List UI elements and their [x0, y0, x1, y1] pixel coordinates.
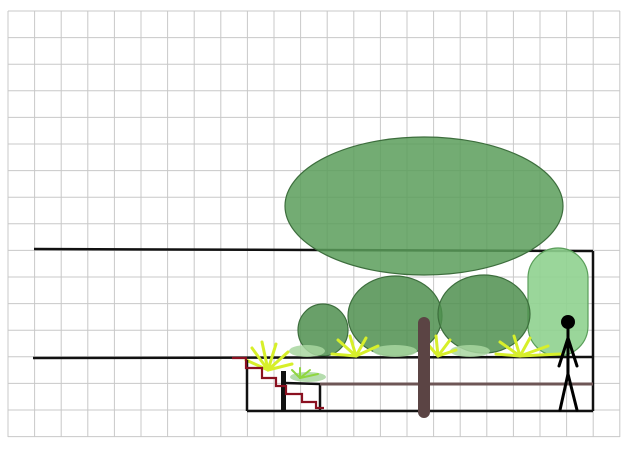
canopy-right-rounded [527, 247, 589, 357]
canopy-large [284, 136, 564, 276]
groundcover-1 [289, 345, 325, 357]
garden-section-diagram [0, 0, 640, 461]
planter-inner-top [284, 381, 321, 386]
person-head [561, 315, 575, 329]
ground-level-line [32, 355, 594, 360]
groundcover-2 [373, 345, 417, 357]
